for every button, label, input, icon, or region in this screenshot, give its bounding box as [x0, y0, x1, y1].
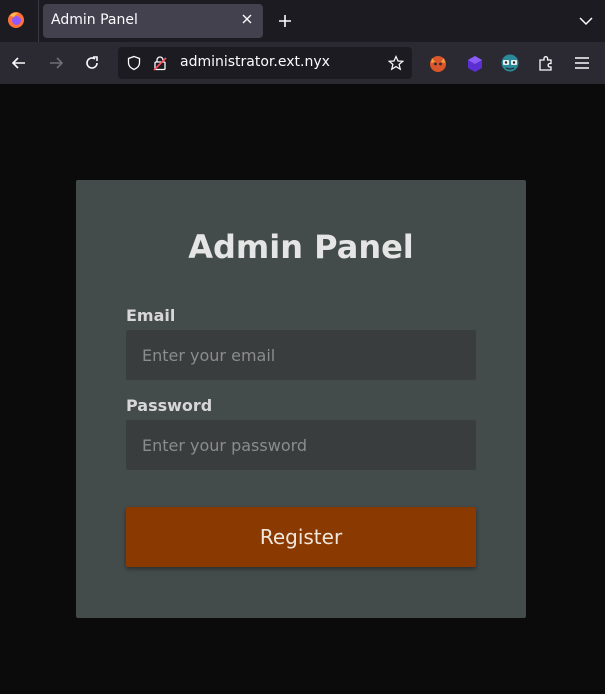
page-content: Admin Panel Email Password Register [0, 84, 605, 694]
reload-icon[interactable] [83, 54, 101, 72]
email-label: Email [126, 306, 176, 325]
tab-separator [38, 0, 39, 42]
page-title: Admin Panel [188, 228, 414, 266]
list-all-tabs-chevron-icon[interactable] [578, 13, 594, 29]
tracking-protection-shield-icon[interactable] [126, 55, 142, 71]
bookmark-star-icon[interactable] [388, 55, 404, 71]
address-bar[interactable]: administrator.ext.nyx [118, 47, 412, 79]
tab-title: Admin Panel [51, 12, 138, 28]
forward-arrow-icon[interactable] [47, 54, 65, 72]
url-text[interactable]: administrator.ext.nyx [180, 54, 330, 70]
firefox-logo-icon[interactable] [7, 11, 25, 29]
close-tab-icon[interactable] [239, 11, 255, 27]
tab-strip: Admin Panel [0, 0, 605, 42]
tab-admin-panel[interactable]: Admin Panel [43, 4, 263, 38]
insecure-lock-icon[interactable] [152, 55, 168, 71]
new-tab-icon[interactable] [276, 12, 294, 30]
navigation-toolbar: administrator.ext.nyx 3 [0, 42, 605, 103]
password-field[interactable] [126, 420, 476, 470]
password-label: Password [126, 396, 213, 415]
register-button[interactable]: Register [126, 507, 476, 567]
extension-fox-icon[interactable] [428, 53, 448, 73]
extension-glasses-icon[interactable] [500, 53, 520, 73]
extension-purple-cube-icon[interactable] [465, 53, 485, 73]
login-card: Admin Panel Email Password Register [76, 180, 526, 618]
back-arrow-icon[interactable] [10, 54, 28, 72]
menu-hamburger-icon[interactable] [572, 53, 592, 73]
extensions-puzzle-icon[interactable] [536, 53, 556, 73]
email-field[interactable] [126, 330, 476, 380]
